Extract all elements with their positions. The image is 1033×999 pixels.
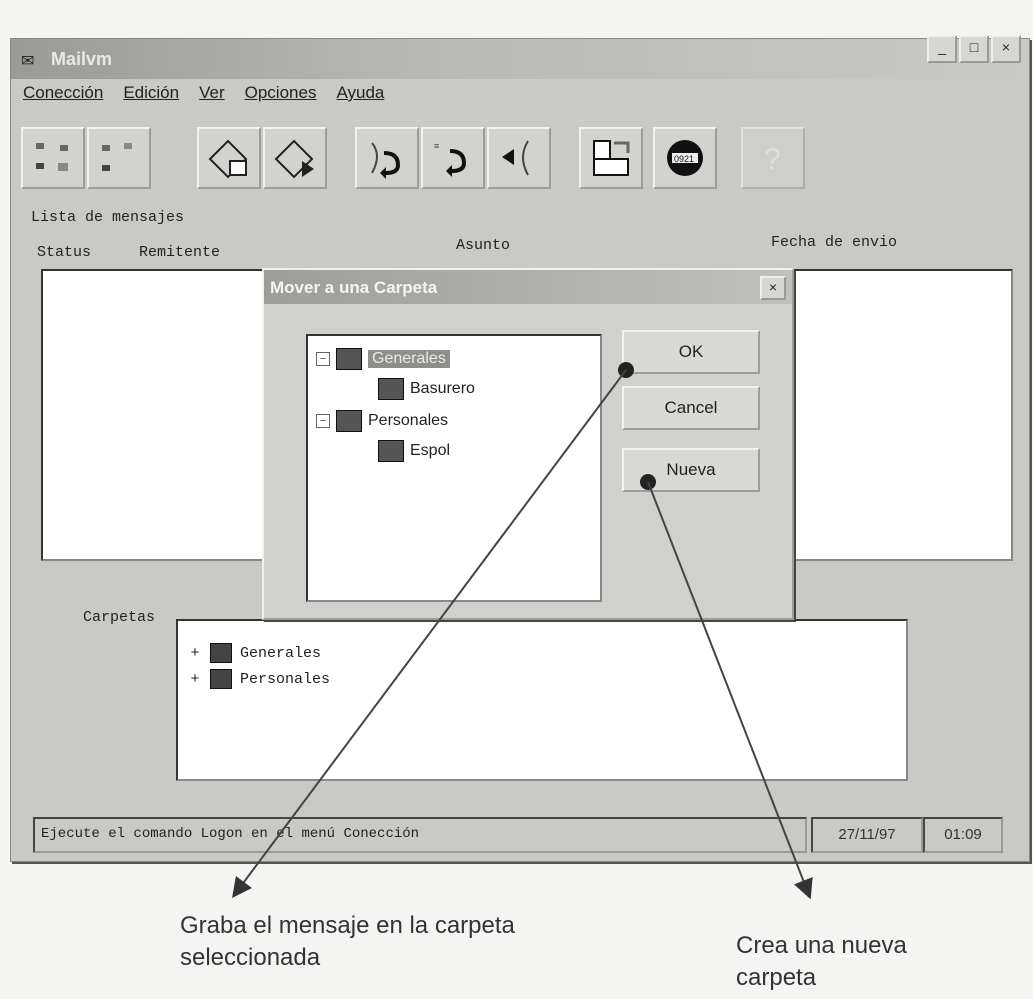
- status-text: Ejecute el comando Logon en el menú Cone…: [41, 826, 420, 842]
- cancel-button[interactable]: Cancel: [622, 386, 760, 430]
- folder-label: Personales: [240, 670, 331, 688]
- connect-button[interactable]: [21, 127, 85, 189]
- status-date: 27/11/97: [811, 817, 923, 853]
- close-button[interactable]: ×: [991, 35, 1021, 63]
- maximize-button[interactable]: □: [959, 35, 989, 63]
- tree-label-espol: Espol: [410, 442, 451, 459]
- column-status[interactable]: Status: [37, 244, 91, 261]
- move-folder-dialog: Mover a una Carpeta × − Generales Basure…: [262, 268, 794, 620]
- reply-button[interactable]: [355, 127, 419, 189]
- clock-icon: 0921: [667, 140, 703, 176]
- tree-label-basurero: Basurero: [410, 380, 475, 397]
- help-button[interactable]: ?: [741, 127, 805, 189]
- menu-coneccion[interactable]: Conección: [23, 83, 103, 113]
- menu-edicion[interactable]: Edición: [123, 83, 179, 113]
- folder-icon: [210, 669, 232, 689]
- expand-icon[interactable]: +: [188, 645, 202, 662]
- clock-button[interactable]: 0921: [653, 127, 717, 189]
- folder-label: Generales: [240, 644, 322, 662]
- reply-all-button[interactable]: ≡: [421, 127, 485, 189]
- move-folder-button[interactable]: [579, 127, 643, 189]
- folder-item-generales[interactable]: + Generales: [188, 643, 321, 663]
- folder-icon: [336, 410, 362, 432]
- envelope-send-icon: [274, 139, 314, 179]
- minimize-button[interactable]: _: [927, 35, 957, 63]
- dialog-close-button[interactable]: ×: [760, 276, 786, 300]
- annotation-right: Crea una nueva carpeta: [736, 932, 907, 991]
- connect-icon: [36, 143, 68, 171]
- tree-label-generales: Generales: [368, 350, 450, 368]
- tree-item-generales[interactable]: − Generales: [316, 348, 450, 370]
- folder-icon: [378, 440, 404, 462]
- app-icon[interactable]: ✉: [21, 51, 34, 71]
- menu-ayuda[interactable]: Ayuda: [336, 83, 384, 113]
- title-bar: ✉ Mailvm _ □ ×: [11, 35, 1029, 79]
- forward-icon: [502, 140, 529, 176]
- dialog-title: Mover a una Carpeta: [270, 278, 438, 297]
- trash-icon: [378, 378, 404, 400]
- read-mail-button[interactable]: [197, 127, 261, 189]
- menu-bar: Conección Edición Ver Opciones Ayuda: [11, 83, 1029, 113]
- forward-button[interactable]: [487, 127, 551, 189]
- reply-icon: [371, 142, 401, 179]
- tree-label-personales: Personales: [368, 412, 449, 429]
- collapse-icon[interactable]: −: [316, 414, 330, 428]
- folders-tree[interactable]: + Generales + Personales: [176, 619, 908, 781]
- folder-icon: [210, 643, 232, 663]
- menu-ver[interactable]: Ver: [199, 83, 225, 113]
- status-time: 01:09: [923, 817, 1003, 853]
- tree-item-espol[interactable]: Espol: [378, 440, 450, 462]
- svg-text:≡: ≡: [434, 141, 439, 151]
- annotation-left: Graba el mensaje en la carpeta seleccion…: [180, 912, 515, 971]
- reply-all-icon: ≡: [434, 141, 467, 177]
- status-bar: Ejecute el comando Logon en el menú Cone…: [33, 817, 807, 853]
- column-remitente[interactable]: Remitente: [139, 244, 220, 261]
- message-list-label: Lista de mensajes: [31, 209, 185, 226]
- tree-item-basurero[interactable]: Basurero: [378, 378, 475, 400]
- send-mail-button[interactable]: [263, 127, 327, 189]
- ok-button[interactable]: OK: [622, 330, 760, 374]
- window-title: Mailvm: [51, 49, 113, 69]
- svg-text:?: ?: [764, 143, 781, 176]
- move-folder-icon: [593, 140, 630, 176]
- help-icon: ?: [764, 143, 781, 176]
- menu-opciones[interactable]: Opciones: [245, 83, 317, 113]
- tree-item-personales[interactable]: − Personales: [316, 410, 448, 432]
- dialog-title-bar: Mover a una Carpeta ×: [264, 270, 792, 304]
- nueva-button[interactable]: Nueva: [622, 448, 760, 492]
- folders-label: Carpetas: [83, 609, 156, 626]
- column-fecha[interactable]: Fecha de envio: [771, 234, 897, 251]
- column-asunto[interactable]: Asunto: [456, 237, 510, 254]
- expand-icon[interactable]: +: [188, 671, 202, 688]
- disconnect-icon: [102, 143, 132, 171]
- dialog-folder-tree[interactable]: − Generales Basurero − Personales Espol: [306, 334, 602, 602]
- disconnect-button[interactable]: [87, 127, 151, 189]
- envelope-open-icon: [208, 139, 248, 179]
- folder-icon: [336, 348, 362, 370]
- toolbar: ≡ 0921 ?: [21, 127, 1029, 193]
- collapse-icon[interactable]: −: [316, 352, 330, 366]
- folder-item-personales[interactable]: + Personales: [188, 669, 330, 689]
- svg-text:0921: 0921: [674, 154, 694, 164]
